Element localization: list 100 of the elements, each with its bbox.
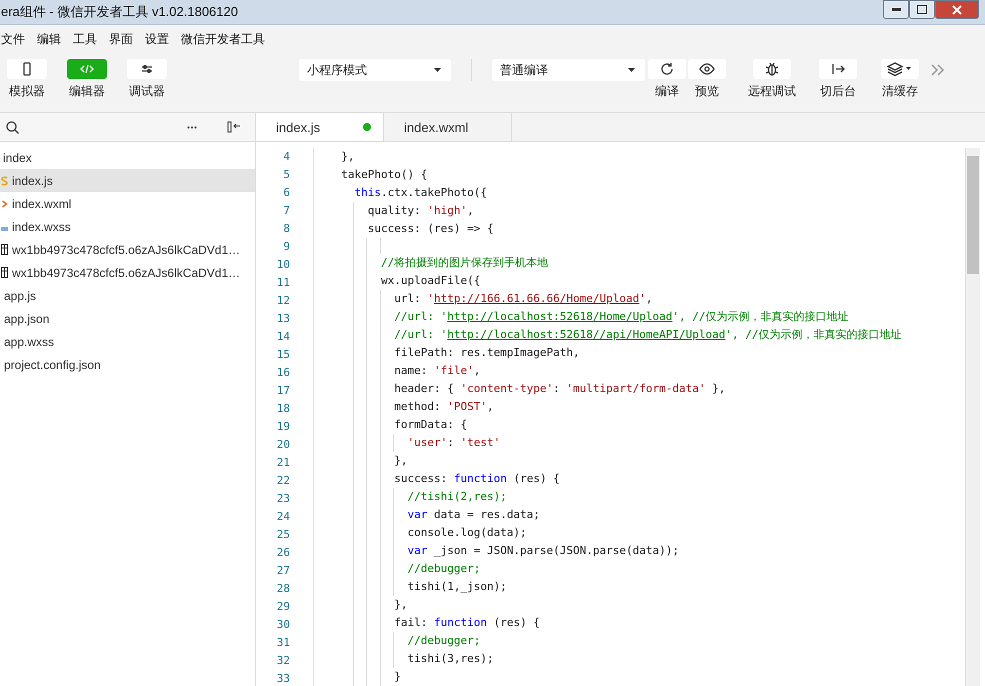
collapse-panel-icon[interactable] (227, 121, 241, 133)
line-number: 29 (276, 599, 290, 615)
code-line: } (393, 670, 401, 683)
code-line: url: 'http://166.61.66.66/Home/Upload', (393, 292, 653, 305)
code-line: success: function (res) { (393, 472, 560, 485)
line-number: 30 (276, 617, 290, 633)
code-line: filePath: res.tempImagePath, (393, 346, 580, 359)
search-icon[interactable] (6, 120, 19, 134)
layers-icon (887, 61, 913, 77)
tree-item[interactable]: index (0, 146, 255, 169)
line-number: 25 (276, 527, 290, 543)
scroll-thumb[interactable] (967, 156, 979, 274)
line-number: 17 (276, 383, 290, 399)
caret-icon (628, 68, 635, 72)
compile-dropdown[interactable]: 普通编译 (492, 59, 645, 81)
line-number: 21 (276, 455, 290, 471)
line-number: 24 (276, 509, 290, 525)
code-line: this.ctx.takePhoto({ (353, 186, 487, 199)
code-line: var _json = JSON.parse(JSON.parse(data)); (406, 544, 680, 557)
more-icon[interactable] (931, 64, 945, 76)
more-options-icon[interactable] (187, 126, 197, 128)
code-line: 'user': 'test' (406, 436, 500, 449)
line-number: 8 (283, 221, 290, 237)
toolbar-action[interactable]: 编译 (647, 59, 687, 100)
line-number: 14 (276, 329, 290, 345)
line-number: 12 (276, 293, 290, 309)
toolbar-action[interactable]: 预览 (687, 59, 727, 100)
view-toggle[interactable]: 编辑器 (57, 59, 117, 100)
maximize-button[interactable] (909, 0, 935, 19)
line-number: 5 (283, 167, 290, 183)
code-line: }, (340, 150, 354, 163)
line-number: 9 (283, 239, 290, 255)
js-file-icon (1, 176, 8, 186)
tree-item[interactable]: index.wxss (0, 215, 255, 238)
menu-item[interactable]: 工具 (73, 30, 97, 48)
close-icon (952, 4, 962, 14)
file-icon (1, 244, 8, 255)
mode-dropdown[interactable]: 小程序模式 (299, 59, 451, 81)
line-number: 33 (276, 671, 290, 686)
tree-item[interactable]: wx1bb4973c478cfcf5.o6zAJs6lkCaDVd1… (0, 238, 255, 261)
line-number: 22 (276, 473, 290, 489)
code-line: wx.uploadFile({ (380, 274, 480, 287)
line-number: 16 (276, 365, 290, 381)
scrollbar[interactable] (965, 148, 980, 686)
minimize-button[interactable] (883, 0, 909, 19)
line-number: 23 (276, 491, 290, 507)
code-line: var data = res.data; (406, 508, 540, 521)
tree-item[interactable]: wx1bb4973c478cfcf5.o6zAJs6lkCaDVd1… (0, 261, 255, 284)
close-button[interactable] (935, 0, 979, 19)
tree-item[interactable]: index.js (0, 169, 255, 192)
code-line: }, (393, 598, 408, 611)
editor-tab[interactable]: index.js (256, 113, 384, 141)
code-line: tishi(1,_json); (406, 580, 507, 593)
menu-item[interactable]: 界面 (109, 30, 133, 48)
tree-item[interactable]: app.js (0, 284, 255, 307)
tree-item[interactable]: app.json (0, 307, 255, 330)
code-line: }, (393, 454, 408, 467)
tree-item[interactable]: app.wxss (0, 330, 255, 353)
code-line: fail: function (res) { (393, 616, 540, 629)
tree-item[interactable]: index.wxml (0, 192, 255, 215)
code-line: formData: { (393, 418, 468, 431)
window-title: era组件 - 微信开发者工具 v1.02.1806120 (1, 3, 238, 21)
line-number: 7 (283, 203, 290, 219)
line-number: 32 (276, 653, 290, 669)
menu-item[interactable]: 设置 (145, 30, 169, 48)
toolbar-action[interactable]: 远程调试 (737, 59, 807, 100)
minimize-icon (892, 8, 900, 11)
code-line: quality: 'high', (366, 204, 474, 217)
code-line: //tishi(2,res); (406, 490, 507, 503)
code-line: //url: 'http://localhost:52618/Home/Upload', //仅为示例，非真实的接口地址 (393, 310, 849, 323)
maximize-icon (917, 5, 927, 14)
line-number: 20 (276, 437, 290, 453)
caret-icon (434, 68, 441, 72)
code-line: name: 'file', (393, 364, 480, 377)
toolbar-action[interactable]: 清缓存 (869, 59, 931, 100)
line-number: 6 (283, 185, 290, 201)
view-toggle[interactable]: 模拟器 (0, 59, 57, 100)
tree-item[interactable]: project.config.json (0, 353, 255, 376)
menu-item[interactable]: 编辑 (37, 30, 61, 48)
code-line: takePhoto() { (340, 168, 428, 181)
line-number: 26 (276, 545, 290, 561)
line-number: 13 (276, 311, 290, 327)
line-number: 15 (276, 347, 290, 363)
menu-item[interactable]: 微信开发者工具 (181, 30, 265, 48)
line-number: 19 (276, 419, 290, 435)
code-line: tishi(3,res); (406, 652, 494, 665)
code-line: //debugger; (406, 562, 480, 575)
toolbar-action[interactable]: 切后台 (807, 59, 869, 100)
view-toggle[interactable]: 调试器 (117, 59, 177, 100)
line-number: 11 (276, 275, 290, 291)
line-number: 18 (276, 401, 290, 417)
chevron-file-icon (1, 200, 8, 208)
file-icon (1, 267, 8, 278)
refresh-icon (659, 61, 675, 77)
code-line: console.log(data); (406, 526, 527, 539)
exit-icon (830, 61, 846, 77)
menu-item[interactable]: 文件 (1, 30, 25, 48)
code-line: method: 'POST', (393, 400, 494, 413)
bug-icon (764, 61, 780, 77)
code-line: header: { 'content-type': 'multipart/form-data' }, (393, 382, 726, 395)
